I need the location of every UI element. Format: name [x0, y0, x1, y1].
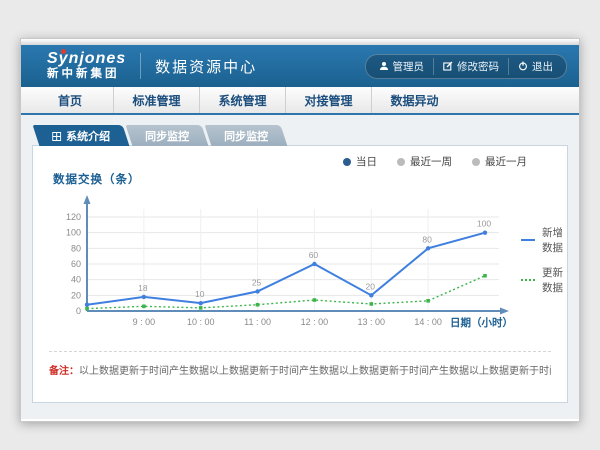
- radio-today[interactable]: 当日: [343, 154, 377, 169]
- radio-last-month[interactable]: 最近一月: [472, 154, 527, 169]
- svg-text:13 : 00: 13 : 00: [358, 317, 386, 327]
- svg-text:120: 120: [66, 212, 81, 222]
- user-toolbar: 管理员 修改密码 退出: [365, 54, 568, 79]
- tab-label: 同步监控: [145, 128, 189, 144]
- svg-text:40: 40: [71, 275, 81, 285]
- nav-item-system-mgmt[interactable]: 系统管理: [199, 87, 285, 113]
- header-divider: [140, 53, 141, 79]
- power-icon: [518, 61, 528, 71]
- tab-label: 系统介绍: [66, 128, 110, 144]
- footnote: 备注：以上数据更新于时间产生数据以上数据更新于时间产生数据以上数据更新于时间产生…: [49, 351, 551, 377]
- legend-sample: [521, 279, 535, 281]
- nav-item-home[interactable]: 首页: [27, 87, 113, 113]
- chart-legend: 新增数据 更新数据: [521, 225, 565, 295]
- logout-label: 退出: [532, 59, 553, 74]
- svg-text:25: 25: [252, 277, 262, 287]
- svg-text:20: 20: [71, 290, 81, 300]
- logout-button[interactable]: 退出: [508, 58, 562, 75]
- tab-system-intro[interactable]: 系统介绍: [33, 125, 130, 146]
- tab-bar: 系统介绍 同步监控 同步监控: [32, 125, 568, 146]
- logo-secondary: 新中新集团: [47, 69, 126, 81]
- nav-item-integration-mgmt[interactable]: 对接管理: [285, 87, 371, 113]
- svg-text:10: 10: [195, 289, 205, 299]
- grid-icon: [52, 131, 61, 140]
- logo: Synjones 新中新集团: [47, 51, 126, 81]
- content-area: 系统介绍 同步监控 同步监控 当日 最近一周: [21, 115, 579, 419]
- radio-label: 当日: [356, 154, 377, 169]
- chart-panel: 当日 最近一周 最近一月 数据交换（条） 0 20 40 60 80 100 120 9 : …: [32, 145, 568, 403]
- nav-item-standard-mgmt[interactable]: 标准管理: [113, 87, 199, 113]
- range-radio-group: 当日 最近一周 最近一月: [49, 154, 551, 169]
- footnote-prefix: 备注：: [49, 366, 79, 377]
- svg-text:9 : 00: 9 : 00: [133, 317, 156, 327]
- svg-text:60: 60: [309, 250, 319, 260]
- app-window: Synjones 新中新集团 数据资源中心 管理员 修改密码: [20, 38, 580, 422]
- edit-icon: [443, 61, 453, 71]
- chart-row: 0 20 40 60 80 100 120 9 : 00 10 : 00 11 : 00 12 : …: [49, 187, 551, 343]
- legend-item-updated-data: 更新数据: [521, 265, 565, 295]
- radio-label: 最近一周: [410, 154, 452, 169]
- svg-text:12 : 00: 12 : 00: [301, 317, 329, 327]
- svg-text:0: 0: [76, 306, 81, 316]
- svg-text:60: 60: [71, 259, 81, 269]
- svg-text:10 : 00: 10 : 00: [187, 317, 215, 327]
- radio-last-week[interactable]: 最近一周: [397, 154, 452, 169]
- radio-label: 最近一月: [485, 154, 527, 169]
- legend-sample: [521, 239, 535, 241]
- svg-text:100: 100: [66, 228, 81, 238]
- header: Synjones 新中新集团 数据资源中心 管理员 修改密码: [21, 45, 579, 87]
- svg-text:20: 20: [366, 281, 376, 291]
- y-axis-label: 数据交换（条）: [53, 171, 551, 187]
- tab-sync-monitor-1[interactable]: 同步监控: [126, 125, 209, 146]
- svg-text:80: 80: [422, 234, 432, 244]
- svg-text:80: 80: [71, 243, 81, 253]
- nav-item-data-change[interactable]: 数据异动: [371, 87, 457, 113]
- radio-dot-icon: [397, 158, 405, 166]
- legend-label: 更新数据: [542, 265, 565, 295]
- user-icon: [379, 61, 389, 71]
- page-title: 数据资源中心: [155, 56, 257, 77]
- radio-dot-icon: [472, 158, 480, 166]
- svg-text:100: 100: [477, 219, 491, 229]
- user-name-item[interactable]: 管理员: [370, 58, 434, 75]
- tab-sync-monitor-2[interactable]: 同步监控: [205, 125, 288, 146]
- legend-item-new-data: 新增数据: [521, 225, 565, 255]
- logo-primary: Synjones: [47, 51, 126, 67]
- main-nav: 首页 标准管理 系统管理 对接管理 数据异动: [21, 87, 579, 115]
- svg-text:11 : 00: 11 : 00: [244, 317, 271, 327]
- legend-label: 新增数据: [542, 225, 565, 255]
- footnote-text: 以上数据更新于时间产生数据以上数据更新于时间产生数据以上数据更新于时间产生数据以…: [79, 366, 551, 377]
- change-password-button[interactable]: 修改密码: [433, 58, 508, 75]
- svg-text:18: 18: [138, 283, 148, 293]
- tab-label: 同步监控: [224, 128, 268, 144]
- line-chart: 0 20 40 60 80 100 120 9 : 00 10 : 00 11 : 00 12 : …: [49, 187, 515, 343]
- radio-dot-icon: [343, 158, 351, 166]
- svg-text:14 : 00: 14 : 00: [414, 317, 442, 327]
- user-name-label: 管理员: [393, 59, 425, 74]
- svg-text:日期（小时）: 日期（小时）: [450, 316, 513, 329]
- change-password-label: 修改密码: [457, 59, 499, 74]
